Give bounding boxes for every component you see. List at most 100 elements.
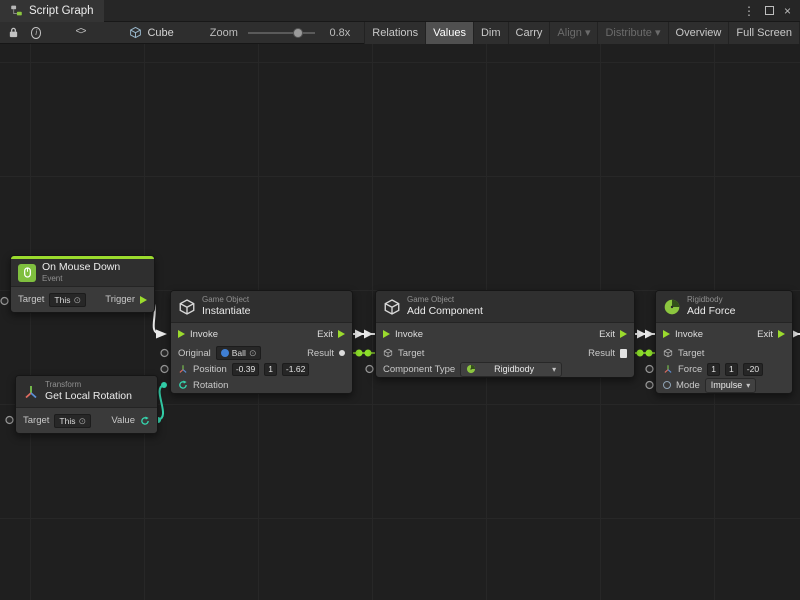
node-add-component[interactable]: Game Object Add Component Invoke Exit Ta… (375, 290, 635, 378)
dim-button[interactable]: Dim (474, 22, 509, 44)
rigidbody-mini-icon (663, 348, 673, 358)
component-out-port[interactable] (620, 349, 627, 358)
force-x-field[interactable]: 1 (707, 363, 720, 376)
wire-endpoint (646, 350, 653, 357)
vector3-icon (663, 364, 673, 374)
port-label-rotation: Rotation (193, 380, 228, 391)
node-row: Invoke Exit (656, 323, 792, 345)
rigidbody-icon (663, 298, 681, 316)
flow-out-port[interactable] (338, 330, 345, 338)
graph-toolbar: i <> Cube Zoom 0.8x Relations Values Dim… (0, 22, 800, 44)
wire-arrowhead (637, 330, 646, 339)
port-label-target: Target (18, 294, 44, 305)
node-row: Rotation (171, 377, 352, 393)
relations-button[interactable]: Relations (365, 22, 426, 44)
object-field-this[interactable]: This ⊙ (49, 293, 86, 307)
port-label-invoke: Invoke (395, 329, 423, 340)
zoom-slider-handle[interactable] (293, 28, 303, 38)
object-picker-icon[interactable]: ⊙ (73, 294, 81, 306)
node-title: Instantiate (202, 305, 250, 318)
info-icon[interactable]: i (31, 27, 41, 39)
distribute-button[interactable]: Distribute ▾ (598, 22, 668, 44)
flow-out-port[interactable] (140, 296, 147, 304)
wire-endpoint (161, 382, 167, 388)
zoom-slider[interactable] (248, 27, 316, 39)
port-label-position: Position (193, 364, 227, 375)
result-out-port[interactable] (339, 350, 345, 356)
carry-button[interactable]: Carry (509, 22, 551, 44)
node-on-mouse-down[interactable]: On Mouse Down Event Target This ⊙ Trigge… (10, 255, 155, 313)
node-header[interactable]: Transform Get Local Rotation (16, 376, 157, 408)
wire-endpoint (356, 350, 363, 357)
port (366, 366, 373, 373)
toolbar-buttons: Relations Values Dim Carry Align ▾ Distr… (364, 22, 800, 44)
wire-arrowhead (156, 330, 167, 339)
node-get-local-rotation[interactable]: Transform Get Local Rotation Target This… (15, 375, 158, 434)
flow-in-port[interactable] (663, 330, 670, 338)
wire-endpoint (637, 350, 644, 357)
port (6, 417, 13, 424)
flow-out-port[interactable] (620, 330, 627, 338)
rigidbody-icon (466, 364, 476, 374)
port (646, 366, 653, 373)
close-button[interactable]: × (784, 4, 791, 18)
enum-icon (663, 381, 671, 389)
force-mode-dropdown[interactable]: Impulse ▾ (705, 378, 757, 393)
transform-icon (23, 384, 39, 400)
node-title: Get Local Rotation (45, 390, 132, 403)
position-z-field[interactable]: -1.62 (282, 363, 309, 376)
rotation-out-port[interactable] (140, 416, 150, 426)
flow-in-port[interactable] (178, 330, 185, 338)
node-row: Invoke Exit (376, 323, 634, 345)
port (646, 382, 653, 389)
values-button[interactable]: Values (426, 22, 474, 44)
force-z-field[interactable]: -20 (743, 363, 763, 376)
tab-script-graph[interactable]: Script Graph (0, 0, 104, 22)
object-picker-icon[interactable]: ⊙ (78, 415, 86, 427)
node-instantiate[interactable]: Game Object Instantiate Invoke Exit Orig… (170, 290, 353, 394)
machine-selector[interactable]: Cube (129, 26, 173, 39)
object-field-ball[interactable]: Ball ⊙ (216, 346, 262, 360)
fullscreen-button[interactable]: Full Screen (729, 22, 800, 44)
port-label-original: Original (178, 348, 211, 359)
object-field-this[interactable]: This ⊙ (54, 414, 91, 428)
rotation-in-port[interactable] (178, 380, 188, 390)
node-row: Component Type Rigidbody ▾ (376, 361, 634, 377)
align-button[interactable]: Align ▾ (550, 22, 598, 44)
node-add-force[interactable]: Rigidbody Add Force Invoke Exit Target F… (655, 290, 793, 394)
wire-arrowhead (645, 330, 654, 339)
node-header[interactable]: Rigidbody Add Force (656, 291, 792, 323)
wire-value-rotation (158, 385, 164, 420)
port-label-result: Result (588, 348, 615, 359)
node-row: Position -0.39 1 -1.62 (171, 361, 352, 377)
position-x-field[interactable]: -0.39 (232, 363, 259, 376)
node-row: Force 1 1 -20 (656, 361, 792, 377)
node-subtitle: Event (42, 274, 120, 284)
object-picker-icon[interactable]: ⊙ (249, 347, 257, 359)
script-graph-icon (10, 4, 23, 17)
port-label-invoke: Invoke (190, 329, 218, 340)
flow-out-port[interactable] (778, 330, 785, 338)
port (161, 350, 168, 357)
chevron-down-icon: ▾ (552, 363, 556, 376)
force-y-field[interactable]: 1 (725, 363, 738, 376)
overview-button[interactable]: Overview (669, 22, 730, 44)
graph-canvas[interactable]: On Mouse Down Event Target This ⊙ Trigge… (0, 44, 800, 600)
node-header[interactable]: Game Object Instantiate (171, 291, 352, 323)
position-y-field[interactable]: 1 (264, 363, 277, 376)
code-icon[interactable]: <> (75, 27, 85, 38)
port-label-target: Target (23, 415, 49, 426)
maximize-button[interactable] (765, 6, 774, 15)
ball-icon (221, 349, 229, 357)
node-header[interactable]: Game Object Add Component (376, 291, 634, 323)
window-menu-button[interactable]: ⋮ (743, 4, 755, 18)
node-row: Target (656, 345, 792, 361)
lock-icon[interactable] (8, 27, 19, 38)
component-type-dropdown[interactable]: Rigidbody ▾ (460, 362, 562, 377)
node-header[interactable]: On Mouse Down Event (11, 259, 154, 287)
node-row: Target This ⊙ Trigger (11, 287, 154, 312)
port-label-exit: Exit (317, 329, 333, 340)
flow-in-port[interactable] (383, 330, 390, 338)
port-label-trigger: Trigger (105, 294, 135, 305)
chevron-down-icon: ▾ (746, 379, 750, 392)
